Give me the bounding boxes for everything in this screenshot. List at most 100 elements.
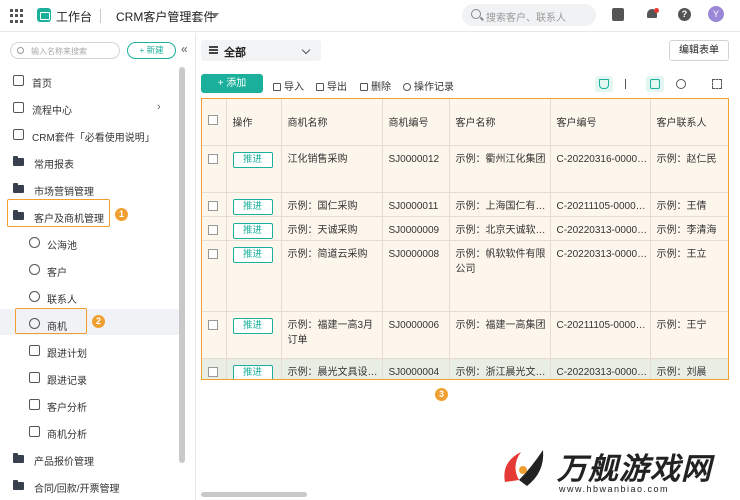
sidebar-search-input[interactable]: 输入名称来搜索 (10, 42, 120, 59)
sidebar-item-flow[interactable]: 流程中心 › (0, 97, 180, 119)
view-select[interactable]: 全部 (201, 40, 321, 61)
column-header: 操作 (226, 99, 282, 146)
column-header[interactable]: 客户编号 (550, 99, 651, 146)
home-icon (13, 75, 24, 86)
cell-customer: 示例：福建一高集团 (449, 311, 551, 359)
sidebar-item-opportunity-analysis[interactable]: 商机分析 (0, 421, 180, 443)
sidebar-item-label: 客户分析 (47, 403, 87, 414)
cell-contact: 示例：刘晨 (650, 358, 728, 379)
watermark-logo-icon (504, 450, 544, 486)
search-placeholder: 搜索客户、联系人 (486, 13, 566, 24)
sidebar-scrollbar[interactable] (179, 67, 185, 463)
follow-button[interactable]: 推进 (232, 246, 273, 263)
caret-down-icon[interactable] (211, 13, 219, 18)
list-icon (209, 46, 218, 54)
add-button[interactable]: + 添加 (201, 74, 263, 93)
help-icon[interactable]: ? (678, 8, 691, 21)
sidebar-item-contract[interactable]: 合同/回款/开票管理 (0, 475, 180, 497)
table-row[interactable]: 推进 示例：晨光文具设备... SJ0000004 示例：浙江晨光文具... C… (202, 358, 728, 379)
sidebar-item-customer[interactable]: 客户 (0, 259, 180, 281)
follow-button[interactable]: 推进 (232, 151, 273, 168)
refresh-icon[interactable] (672, 76, 690, 92)
operation-log-button[interactable]: 操作记录 (403, 78, 454, 93)
avatar[interactable]: Y (708, 6, 724, 22)
cell-code: SJ0000009 (382, 216, 450, 241)
row-checkbox[interactable] (202, 216, 227, 241)
table-row[interactable]: 推进 示例：简道云采购 SJ0000008 示例：帆软软件有限公司 C-2022… (202, 240, 728, 312)
delete-button[interactable]: 删除 (360, 78, 391, 93)
column-header[interactable]: 客户名称 (449, 99, 551, 146)
sidebar-item-reports[interactable]: 常用报表 (0, 151, 180, 173)
column-header[interactable]: 客户联系人 (650, 99, 728, 146)
user-icon (29, 264, 40, 275)
sidebar-item-follow-record[interactable]: 跟进记录 (0, 367, 180, 389)
table-row[interactable]: 推进 示例：天诚采购 SJ0000009 示例：北京天诚软件... C-2022… (202, 216, 728, 241)
sidebar-item-customer-analysis[interactable]: 客户分析 (0, 394, 180, 416)
new-button[interactable]: + 新建 (127, 42, 176, 59)
export-icon (316, 83, 324, 91)
import-icon (273, 83, 281, 91)
cell-name: 示例：福建一高3月订单 (281, 311, 383, 359)
sidebar-item-home[interactable]: 首页 (0, 70, 180, 92)
cell-code: SJ0000011 (382, 192, 450, 217)
follow-button[interactable]: 推进 (232, 198, 273, 215)
annotation-badge-2: 2 (92, 315, 105, 328)
fullscreen-icon[interactable] (708, 76, 726, 92)
document-icon[interactable] (612, 8, 624, 21)
sidebar-item-follow-plan[interactable]: 跟进计划 (0, 340, 180, 362)
row-checkbox[interactable] (202, 145, 227, 193)
cell-customer-code: C-20220313-0000004 (550, 358, 651, 379)
cell-contact: 示例：王立 (650, 240, 728, 312)
sidebar-item-public-pool[interactable]: 公海池 (0, 232, 180, 254)
select-all-checkbox[interactable] (202, 99, 227, 146)
sidebar-item-contacts[interactable]: 联系人 (0, 286, 180, 308)
sidebar-item-label: 跟进计划 (47, 349, 87, 360)
import-button[interactable]: 导入 (273, 78, 304, 93)
sidebar-item-crm-guide[interactable]: CRM套件「必看使用说明」 (0, 124, 180, 146)
pool-icon (29, 237, 40, 248)
sidebar-item-label: 产品报价管理 (34, 457, 94, 468)
export-button[interactable]: 导出 (316, 78, 347, 93)
card-view-icon[interactable] (646, 76, 664, 92)
global-search[interactable]: 搜索客户、联系人 (462, 4, 596, 26)
table-row[interactable]: 推进 示例：国仁采购 SJ0000011 示例：上海国仁有限... C-2021… (202, 192, 728, 217)
app-title[interactable]: CRM客户管理套件 (116, 8, 215, 25)
trash-icon (360, 83, 368, 91)
table-header-row: 操作 商机名称 商机编号 客户名称 客户编号 客户联系人 (202, 99, 728, 146)
follow-button[interactable]: 推进 (232, 222, 273, 239)
edit-form-button[interactable]: 编辑表单 (669, 40, 729, 61)
chevron-down-icon (301, 45, 311, 55)
filter-icon[interactable] (595, 76, 613, 92)
flow-icon (13, 102, 24, 113)
collapse-sidebar-icon[interactable]: « (181, 42, 188, 56)
app-grid-icon[interactable] (10, 9, 24, 23)
table-row[interactable]: 推进 江化销售采购 SJ0000012 示例：衢州江化集团 C-20220316… (202, 145, 728, 193)
operation-log-label: 操作记录 (414, 82, 454, 93)
sort-icon[interactable] (621, 76, 639, 92)
column-header[interactable]: 商机名称 (281, 99, 383, 146)
column-header[interactable]: 商机编号 (382, 99, 450, 146)
cell-customer: 示例：帆软软件有限公司 (449, 240, 551, 312)
sidebar-item-marketing[interactable]: 市场营销管理 (0, 178, 180, 200)
sidebar-item-product-quote[interactable]: 产品报价管理 (0, 448, 180, 470)
row-checkbox[interactable] (202, 358, 227, 379)
cell-customer-code: C-20220313-0000003 (550, 240, 651, 312)
cell-code: SJ0000006 (382, 311, 450, 359)
workbench-link[interactable]: 工作台 (56, 8, 92, 25)
row-checkbox[interactable] (202, 192, 227, 217)
record-icon (29, 372, 40, 383)
row-checkbox[interactable] (202, 240, 227, 312)
cell-contact: 示例：赵仁民 (650, 145, 728, 193)
table-horizontal-scrollbar[interactable] (201, 492, 307, 497)
table-row[interactable]: 推进 示例：福建一高3月订单 SJ0000006 示例：福建一高集团 C-202… (202, 311, 728, 359)
cell-customer: 示例：上海国仁有限... (449, 192, 551, 217)
view-select-value: 全部 (224, 47, 246, 59)
bell-icon[interactable] (646, 8, 659, 21)
follow-button[interactable]: 推进 (232, 317, 273, 334)
sidebar-item-label: 合同/回款/开票管理 (34, 484, 120, 495)
cell-name: 示例：天诚采购 (281, 216, 383, 241)
follow-button[interactable]: 推进 (232, 364, 273, 379)
row-checkbox[interactable] (202, 311, 227, 359)
highlight-box-2 (15, 308, 87, 334)
sidebar-item-label: 市场营销管理 (34, 187, 94, 198)
